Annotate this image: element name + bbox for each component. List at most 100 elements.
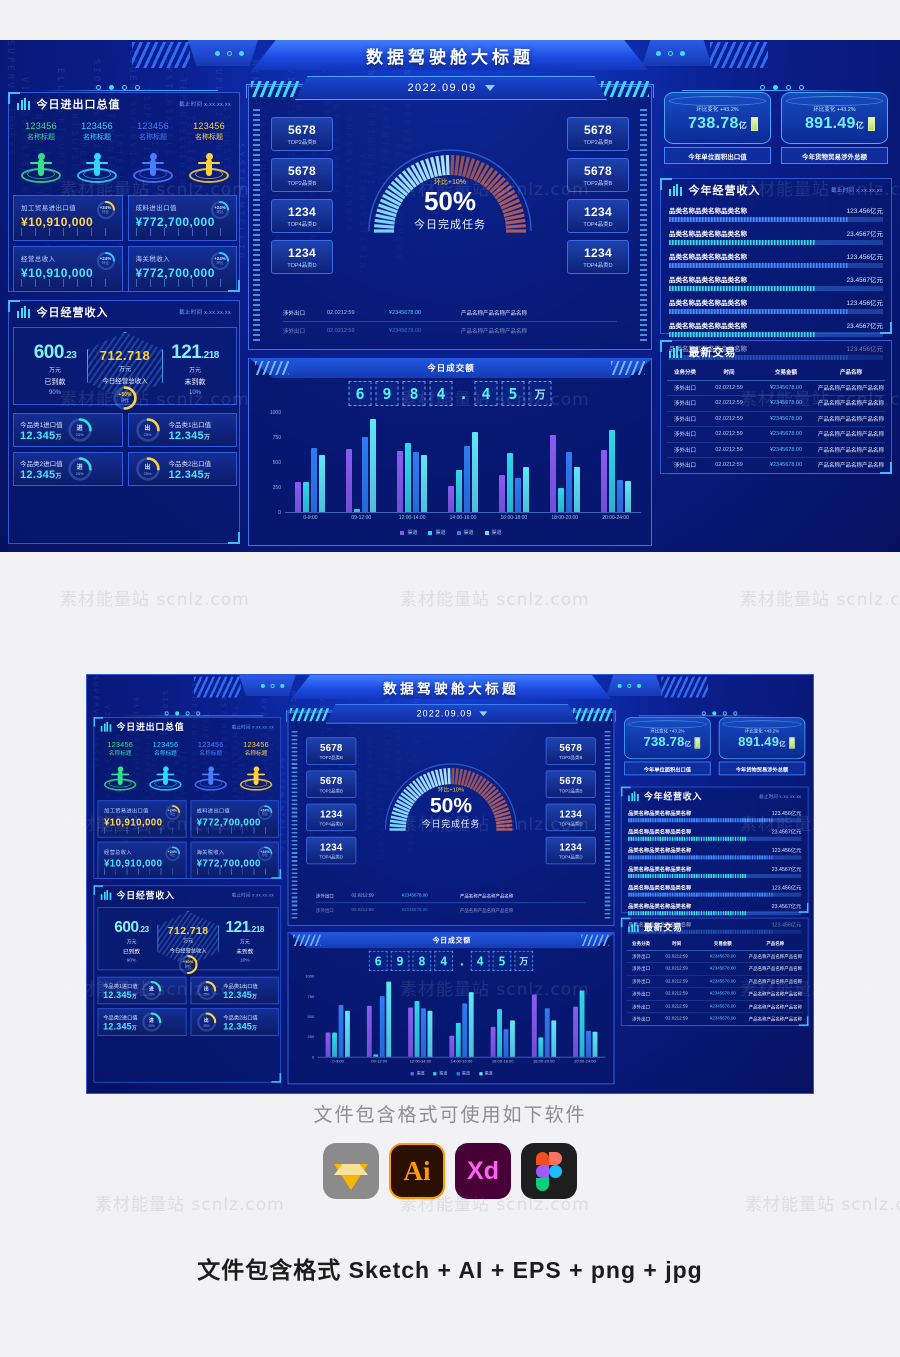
cylinder-kpi[interactable]: 环比变化 +43.2% 891.49亿 今年货物贸易涉外总额	[781, 92, 888, 164]
top-category-number: 5678	[288, 122, 316, 137]
progress-name: 品类名称品类名称品类名称	[628, 885, 692, 891]
table-cell-time: 02.0212:59	[665, 1016, 688, 1022]
top-category-card[interactable]: 1234 TOP4品类D	[271, 240, 333, 274]
flow-donut-icon: 进	[76, 465, 83, 471]
turnover-digit: 5	[501, 381, 525, 406]
flow-card[interactable]: 出 25% 今品类2出口值 12.345万	[127, 452, 237, 486]
chart-legend-swatch	[456, 530, 461, 535]
chart-legend-item[interactable]: 渠道	[456, 1071, 470, 1076]
kpi-card[interactable]: 经营总收入 ¥10,910,000 +24% 环比	[13, 246, 123, 292]
flow-donut-pct: 25%	[143, 471, 152, 476]
top-category-card[interactable]: 1234 TOP4品类D	[271, 199, 333, 233]
top-category-card[interactable]: 5678 TOP2品类B	[271, 158, 333, 192]
chart-x-tick: 20:00-24:00	[602, 515, 629, 521]
chart-bar	[579, 990, 585, 1057]
table-row[interactable]: 涉外出口 02.0212:59 ¥2345678.00 产品名称产品名称产品名称	[626, 976, 803, 989]
top-category-card[interactable]: 5678 TOP2品类B	[306, 770, 357, 798]
turnover-bar-chart: 0 250 500 750 1000 0-9:00 09-12:00 12:00-14:00…	[295, 974, 609, 1081]
top-category-card[interactable]: 1234 TOP4品类D	[567, 199, 629, 233]
table-header-cell: 交易金额	[713, 942, 732, 947]
chart-legend-item[interactable]: 渠道	[484, 529, 502, 536]
top-category-label: TOP2品类B	[319, 788, 343, 794]
chart-legend-item[interactable]: 渠道	[433, 1071, 447, 1076]
chart-legend-item[interactable]: 渠道	[400, 529, 417, 536]
progress-track	[669, 240, 883, 245]
section-title: 今年经营收入	[643, 792, 703, 802]
table-row[interactable]: 涉外出口 02.0212:59 ¥2345678.00 产品名称产品名称产品名称	[667, 412, 885, 427]
chart-legend-item[interactable]: 渠道	[428, 529, 446, 536]
progress-row: 品类名称品类名称品类名称 23.4567亿元	[628, 864, 802, 879]
table-header-cell: 产品名称	[766, 942, 785, 947]
table-row[interactable]: 涉外出口 02.0212:59 ¥2345678.00 产品名称产品名称产品名称	[626, 988, 803, 1001]
chevron-down-icon[interactable]	[478, 711, 488, 717]
chart-legend-item[interactable]: 渠道	[478, 1071, 493, 1076]
top-category-card[interactable]: 5678 TOP2品类B	[545, 737, 596, 765]
top-category-card[interactable]: 5678 TOP2品类B	[271, 117, 333, 151]
table-row[interactable]: 涉外出口 02.0212:59 ¥2345678.00 产品名称产品名称产品名称	[667, 381, 885, 396]
kpi-card[interactable]: 加工贸易进出口值 ¥10,910,000 +24% 环比	[13, 195, 123, 241]
top-category-card[interactable]: 5678 TOP2品类B	[545, 770, 596, 798]
cylinder-kpi[interactable]: 环比变化 +43.2% 891.49亿 今年货物贸易涉外总额	[718, 717, 806, 776]
progress-track	[669, 286, 883, 291]
chevron-down-icon[interactable]	[484, 85, 495, 91]
chart-x-tick: 18:00-20:00	[533, 1059, 555, 1065]
top-category-card[interactable]: 5678 TOP2品类B	[567, 117, 629, 151]
chart-legend-item[interactable]: 渠道	[410, 1071, 425, 1076]
kpi-card[interactable]: 海关税收入 ¥772,700,000 +24% 环比	[190, 841, 279, 879]
kpi-card[interactable]: 成料进出口值 ¥772,700,000 +24% 环比	[190, 800, 279, 838]
chart-bar-group	[400, 977, 441, 1057]
ticker-row: 涉外出口 02.0212:59 ¥2345678.00 产品名称产品名称产品名称	[315, 889, 587, 904]
chart-bar	[600, 450, 607, 512]
table-cell-amount: ¥2345678.00	[709, 1004, 736, 1009]
table-row[interactable]: 涉外出口 02.0212:59 ¥2345678.00 产品名称产品名称产品名称	[626, 1001, 803, 1014]
date-selector[interactable]: 2022.09.09	[325, 704, 579, 724]
flow-card[interactable]: 今品类1进口值 12.345万 进 25%	[13, 413, 123, 447]
center-column: 2022.09.09 5678 TOP2品类B 5678 TOP2品类B 123…	[246, 76, 654, 546]
chart-bar	[414, 1000, 420, 1057]
top-category-card[interactable]: 1234 TOP4品类D	[567, 240, 629, 274]
turnover-unit: 万	[514, 950, 534, 972]
table-row[interactable]: 涉外出口 02.0212:59 ¥2345678.00 产品名称产品名称产品名称	[626, 963, 803, 976]
table-row[interactable]: 涉外出口 02.0212:59 ¥2345678.00 产品名称产品名称产品名称	[667, 458, 885, 474]
kpi-card[interactable]: 成料进出口值 ¥772,700,000 +24% 环比	[127, 195, 237, 241]
table-row[interactable]: 涉外出口 02.0212:59 ¥2345678.00 产品名称产品名称产品名称	[626, 1013, 803, 1026]
progress-fill	[669, 286, 815, 291]
section-title: 今年经营收入	[688, 185, 761, 197]
person-figure-icon	[192, 760, 229, 792]
flow-card[interactable]: 今品类2进口值 12.345万 进 25%	[13, 452, 123, 486]
chart-legend: 渠道 渠道 渠道 渠道	[295, 1071, 609, 1076]
kpi-card[interactable]: 经营总收入 ¥10,910,000 +24% 环比	[97, 841, 187, 879]
top-category-card[interactable]: 1234 TOP4品类D	[545, 836, 596, 865]
table-row[interactable]: 涉外出口 02.0212:59 ¥2345678.00 产品名称产品名称产品名称	[667, 396, 885, 412]
top-category-card[interactable]: 1234 TOP4品类D	[306, 836, 357, 865]
table-cell-product: 产品名称产品名称产品名称	[748, 954, 803, 960]
cylinder-kpi[interactable]: 环比变化 +43.2% 738.78亿 今年单位面积出口值	[624, 717, 711, 776]
progress-row: 品类名称品类名称品类名称 123.456亿元	[628, 808, 802, 823]
top-category-card[interactable]: 1234 TOP4品类D	[545, 803, 596, 832]
top-category-card[interactable]: 1234 TOP4品类D	[306, 803, 357, 832]
table-row[interactable]: 涉外出口 02.0212:59 ¥2345678.00 产品名称产品名称产品名称	[667, 443, 885, 458]
header-wing-left	[132, 42, 252, 68]
revenue-received-unit: 万元	[48, 368, 61, 374]
chart-bar	[565, 451, 572, 512]
flow-card[interactable]: 出 25% 今品类2出口值 12.345万	[190, 1008, 279, 1036]
top-category-card[interactable]: 5678 TOP2品类B	[567, 158, 629, 192]
chart-legend-item[interactable]: 渠道	[456, 529, 474, 536]
flow-card[interactable]: 出 25% 今品类1出口值 12.345万	[190, 976, 279, 1005]
revenue-total-value: 712.718	[167, 924, 209, 937]
turnover-digit-display: 6984.45万	[348, 381, 552, 406]
kpi-card[interactable]: 加工贸易进出口值 ¥10,910,000 +24% 环比	[97, 800, 187, 838]
kpi-card[interactable]: 海关税收入 ¥772,700,000 +24% 环比	[127, 246, 237, 292]
chart-bar	[370, 419, 377, 512]
table-header-cell: 交易金额	[774, 370, 797, 377]
flow-card[interactable]: 出 25% 今品类1出口值 12.345万	[127, 413, 237, 447]
top-category-card[interactable]: 5678 TOP2品类B	[306, 737, 357, 765]
table-row[interactable]: 涉外出口 02.0212:59 ¥2345678.00 产品名称产品名称产品名称	[626, 950, 803, 963]
flow-card[interactable]: 今品类2进口值 12.345万 进 25%	[97, 1008, 187, 1036]
flow-card[interactable]: 今品类1进口值 12.345万 进 25%	[97, 976, 187, 1005]
table-row[interactable]: 涉外出口 02.0212:59 ¥2345678.00 产品名称产品名称产品名称	[667, 427, 885, 443]
date-selector[interactable]: 2022.09.09	[295, 76, 607, 100]
cylinder-kpi[interactable]: 环比变化 +43.2% 738.78亿 今年单位面积出口值	[664, 92, 771, 164]
chart-bar	[509, 1020, 515, 1057]
ticker-list: 涉外出口 02.0212:59 ¥2345678.00 产品名称产品名称产品名称…	[315, 889, 587, 917]
